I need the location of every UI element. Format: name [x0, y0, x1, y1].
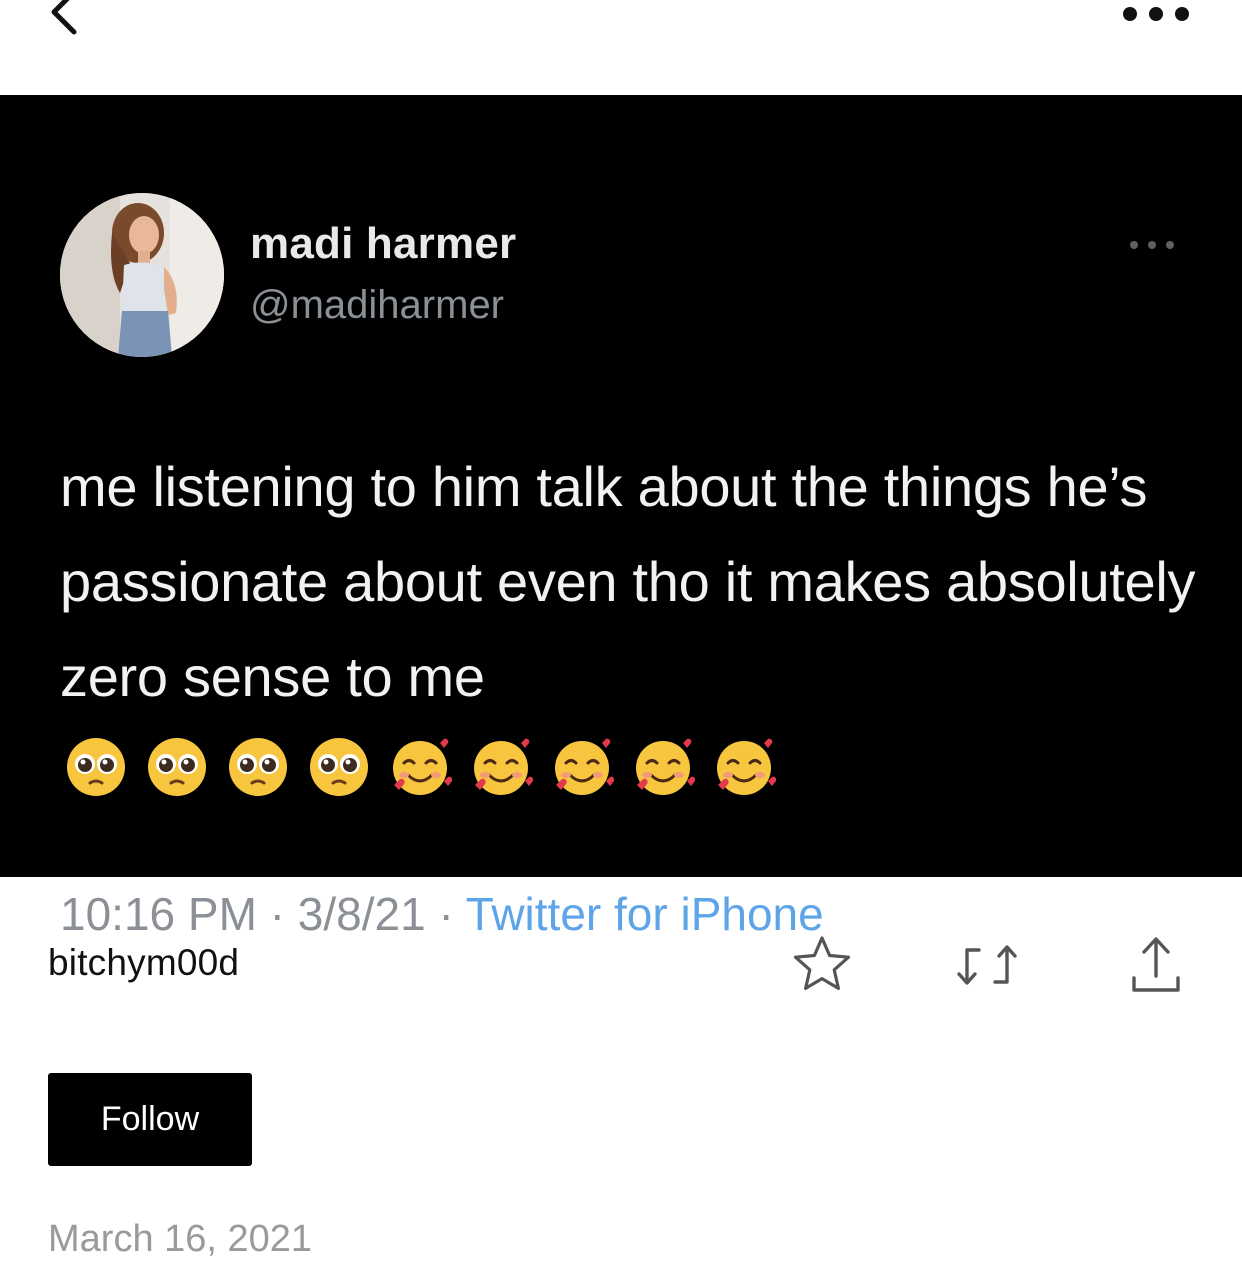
like-button[interactable]: [790, 932, 854, 996]
share-button[interactable]: [1124, 932, 1188, 996]
tweet-emoji-row: [64, 735, 776, 799]
star-icon: [793, 936, 851, 991]
more-options-button[interactable]: [1120, 4, 1192, 24]
chevron-left-icon: [51, 0, 77, 35]
tweet-more-icon: [1122, 237, 1182, 253]
meta-separator: ·: [425, 888, 466, 940]
post-username[interactable]: bitchym00d: [48, 942, 239, 984]
ellipsis-icon: [1123, 7, 1189, 21]
pleading-face-icon: [229, 738, 287, 796]
share-icon: [1132, 937, 1180, 992]
tweet-source: Twitter for iPhone: [465, 888, 824, 940]
smiling-face-with-hearts-icon: [474, 738, 533, 795]
tweet-date: 3/8/21: [297, 888, 426, 940]
reblog-button[interactable]: [955, 932, 1019, 996]
reblog-icon: [957, 945, 1017, 985]
tweet-text: me listening to him talk about the thing…: [60, 455, 1196, 708]
meta-separator: ·: [256, 888, 298, 940]
follow-button[interactable]: Follow: [48, 1073, 252, 1166]
pleading-face-icon: [310, 738, 368, 796]
tweet-display-name: madi harmer: [250, 219, 517, 268]
post-page: madi harmer @madiharmer me listening to …: [0, 0, 1242, 1272]
smiling-face-with-hearts-icon: [393, 738, 452, 795]
smiling-face-with-hearts-icon: [636, 738, 695, 795]
smiling-face-with-hearts-icon: [717, 738, 776, 795]
smiling-face-with-hearts-icon: [555, 738, 614, 795]
back-button[interactable]: [38, 0, 94, 38]
pleading-face-icon: [148, 738, 206, 796]
avatar: [60, 193, 224, 357]
tweet-screenshot: madi harmer @madiharmer me listening to …: [0, 95, 1242, 940]
tweet-meta: 10:16 PM · 3/8/21 · Twitter for iPhone: [60, 887, 824, 941]
tweet-time: 10:16 PM: [60, 888, 257, 940]
post-date: March 16, 2021: [48, 1218, 313, 1260]
tweet-handle: @madiharmer: [250, 283, 505, 327]
pleading-face-icon: [67, 738, 125, 796]
